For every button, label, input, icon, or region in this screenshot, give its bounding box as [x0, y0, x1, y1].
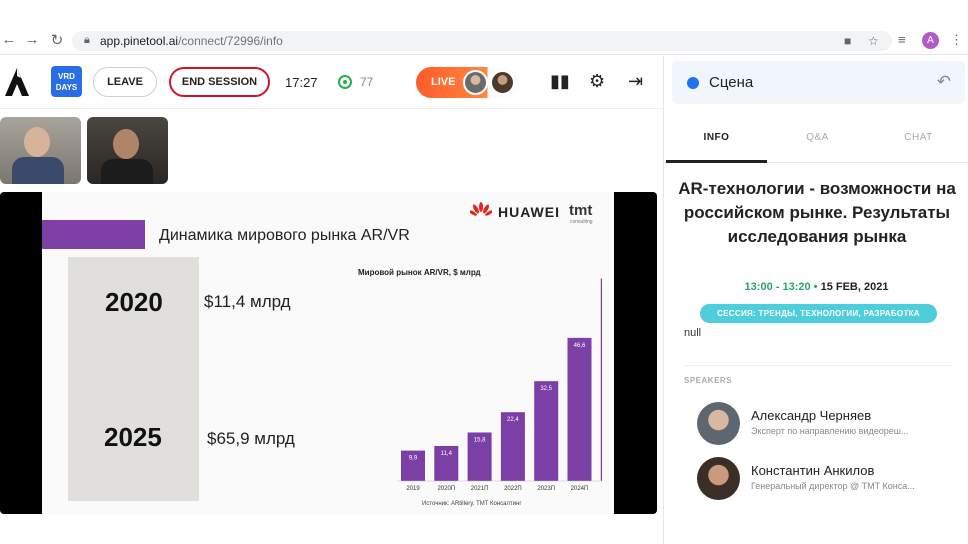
value-2025: $65,9 млрд — [207, 429, 295, 448]
menu-dots-icon[interactable]: ⋮ — [950, 32, 963, 48]
divider — [684, 365, 953, 366]
value-2020: $11,4 млрд — [204, 292, 291, 311]
presentation-slide: Динамика мирового рынка AR/VR HUAWEI tmt… — [42, 192, 614, 514]
browser-toolbar: ← → ↻ 🔒︎ app.pinetool.ai/connect/72996/i… — [0, 0, 968, 55]
gear-icon[interactable]: ⚙ — [589, 71, 605, 92]
vrdays-logo-text: VRD DAYS — [55, 72, 78, 92]
app-logo-icon[interactable] — [4, 66, 30, 98]
app-toolbar: VRD DAYS LEAVE END SESSION 17:27 77 LIVE… — [0, 56, 663, 109]
session-time-row: 13:00 - 13:20 • 15 FEB, 2021 — [664, 281, 968, 293]
chart-data-label: 9,9 — [409, 456, 418, 462]
tab-info[interactable]: INFO — [666, 132, 767, 143]
star-icon[interactable]: ☆ — [868, 34, 879, 48]
slide-accent-bar — [42, 220, 145, 249]
speaker-name: Александр Черняев — [751, 408, 872, 423]
viewers-eye-icon — [338, 75, 352, 89]
back-arrow-icon[interactable]: ← — [0, 31, 18, 48]
url-path: /connect/72996/info — [178, 34, 283, 48]
participant-head — [113, 129, 139, 159]
participant-body — [12, 157, 64, 184]
chart-data-label: 11,4 — [441, 451, 453, 457]
session-date: 15 FEB, 2021 — [820, 281, 889, 293]
session-time: 13:00 - 13:20 — [744, 281, 811, 293]
profile-avatar[interactable]: A — [922, 32, 939, 49]
market-bar-chart: 9,9 2019 11,4 2020П 15,8 2021П 22,4 2022П 32,5 20… — [397, 278, 602, 492]
live-speaker-avatar[interactable] — [463, 70, 488, 95]
forward-arrow-icon[interactable]: → — [23, 31, 41, 48]
chart-tick-label: 2021П — [471, 486, 489, 492]
session-track-badge[interactable]: СЕССИЯ: ТРЕНДЫ, ТЕХНОЛОГИИ, РАЗРАБОТКА — [700, 304, 937, 323]
chart-tick-label: 2023П — [537, 486, 555, 492]
speaker-item[interactable]: Александр Черняев Эксперт по направлению… — [664, 402, 968, 452]
chart-data-label: 32,5 — [540, 386, 552, 392]
collapse-panel-icon[interactable]: ⇥ — [628, 71, 643, 92]
year-2020: 2020 — [105, 287, 163, 317]
sidebar-tabs: INFO Q&A CHAT — [664, 117, 968, 163]
session-title: AR-технологии - возможности на российско… — [678, 179, 956, 246]
url-host: app.pinetool.ai — [100, 34, 179, 48]
chart-bar — [534, 381, 559, 481]
speaker-role: Генеральный директор @ TMT Конса... — [751, 481, 915, 491]
url-text[interactable]: app.pinetool.ai/connect/72996/info — [100, 34, 283, 48]
speaker-item[interactable]: Константин Анкилов Генеральный директор … — [664, 457, 968, 507]
chart-data-label: 22,4 — [507, 417, 519, 423]
session-timer: 17:27 — [285, 75, 318, 90]
reload-icon[interactable]: ↻ — [48, 31, 66, 49]
viewers-count: 77 — [360, 75, 374, 89]
chart-data-label: 46,6 — [574, 343, 586, 349]
participant-video[interactable] — [87, 117, 168, 184]
address-bar[interactable]: 🔒︎ app.pinetool.ai/connect/72996/info ■ … — [72, 31, 892, 51]
chart-tick-label: 2024П — [571, 486, 589, 492]
camera-icon[interactable]: ■ — [844, 34, 851, 48]
participant-body — [101, 159, 153, 184]
undo-icon[interactable]: ↶ — [937, 72, 951, 92]
info-sidebar: Сцена ↶ INFO Q&A CHAT AR-технологии - во… — [663, 56, 968, 544]
leave-button[interactable]: LEAVE — [93, 67, 157, 97]
huawei-logo-icon — [470, 202, 492, 216]
lock-icon: 🔒︎ — [84, 34, 90, 46]
tmt-logo: tmt — [569, 202, 593, 219]
participant-head — [24, 127, 50, 157]
live-speaker-avatar[interactable] — [490, 70, 515, 95]
chart-data-label: 15,8 — [474, 437, 486, 443]
stats-icon[interactable]: ▮▮ — [550, 71, 570, 92]
chart-bar — [567, 337, 592, 481]
speaker-role: Эксперт по направлению видеореш... — [751, 426, 909, 436]
participant-video[interactable] — [0, 117, 81, 184]
speakers-heading: SPEAKERS — [684, 376, 733, 385]
huawei-logo-text: HUAWEI — [498, 204, 560, 220]
slide-title: Динамика мирового рынка AR/VR — [159, 227, 410, 244]
year-2025: 2025 — [104, 422, 162, 452]
tmt-logo-sub: consulting — [570, 219, 593, 225]
chart-source: Источник: ARtillery, TMT Консалтинг — [422, 501, 522, 507]
session-separator: • — [813, 281, 818, 293]
vrdays-logo[interactable]: VRD DAYS — [51, 66, 82, 97]
chart-tick-label: 2022П — [504, 486, 522, 492]
speaker-name: Константин Анкилов — [751, 463, 875, 478]
end-session-button[interactable]: END SESSION — [169, 67, 270, 97]
avatar — [697, 457, 740, 500]
chart-tick-label: 2019 — [406, 486, 420, 492]
main-stage[interactable]: Динамика мирового рынка AR/VR HUAWEI tmt… — [0, 192, 657, 514]
scene-selector[interactable]: Сцена ↶ — [672, 61, 965, 104]
playlist-icon[interactable]: ≡ — [898, 32, 906, 47]
active-tab-indicator — [666, 160, 767, 163]
scene-label: Сцена — [709, 74, 754, 91]
live-indicator[interactable]: LIVE — [416, 67, 518, 98]
scene-status-dot — [687, 77, 699, 89]
avatar — [697, 402, 740, 445]
session-description: null — [684, 327, 702, 339]
chart-tick-label: 2020П — [437, 486, 455, 492]
live-label: LIVE — [431, 76, 456, 88]
chart-bar — [600, 278, 602, 481]
tab-qa[interactable]: Q&A — [767, 132, 868, 143]
tab-chat[interactable]: CHAT — [868, 132, 968, 143]
